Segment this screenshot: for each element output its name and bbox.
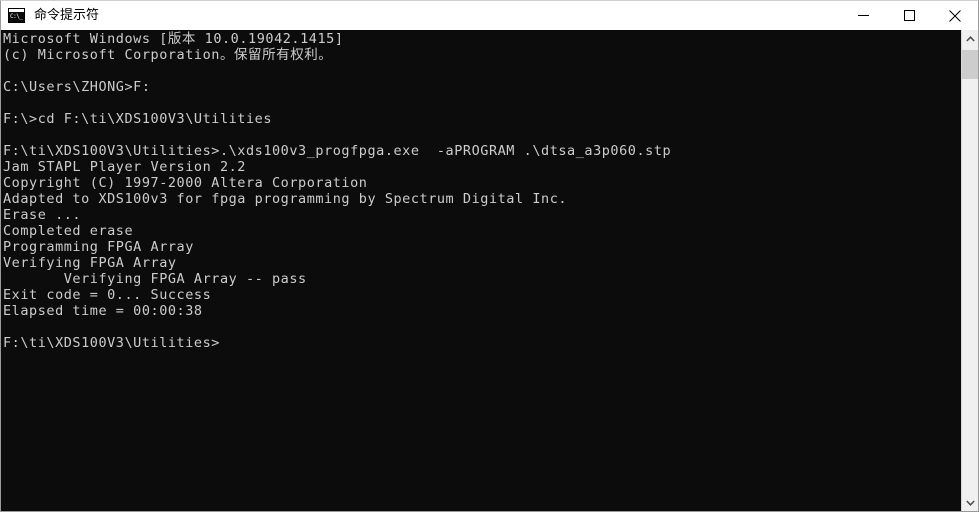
- terminal-output-area[interactable]: Microsoft Windows [版本 10.0.19042.1415] (…: [1, 30, 978, 511]
- command-prompt-window: 命令提示符 Microsoft Windows [版本 10.0.19042.1…: [0, 0, 979, 512]
- chevron-down-icon: [965, 499, 975, 506]
- cmd-console-icon: [8, 8, 25, 23]
- window-title: 命令提示符: [34, 8, 100, 23]
- chevron-up-icon: [965, 35, 975, 42]
- console-text: Microsoft Windows [版本 10.0.19042.1415] (…: [3, 31, 672, 351]
- vertical-scrollbar[interactable]: [961, 30, 978, 511]
- titlebar-left-group: 命令提示符: [1, 1, 840, 30]
- scrollbar-track[interactable]: [962, 47, 978, 494]
- maximize-button[interactable]: [886, 1, 932, 30]
- window-controls: [840, 1, 978, 30]
- scroll-up-button[interactable]: [962, 30, 978, 47]
- minimize-button[interactable]: [840, 1, 886, 30]
- scrollbar-thumb[interactable]: [962, 50, 978, 79]
- close-button[interactable]: [932, 1, 978, 30]
- window-titlebar[interactable]: 命令提示符: [1, 1, 978, 30]
- scroll-down-button[interactable]: [962, 494, 978, 511]
